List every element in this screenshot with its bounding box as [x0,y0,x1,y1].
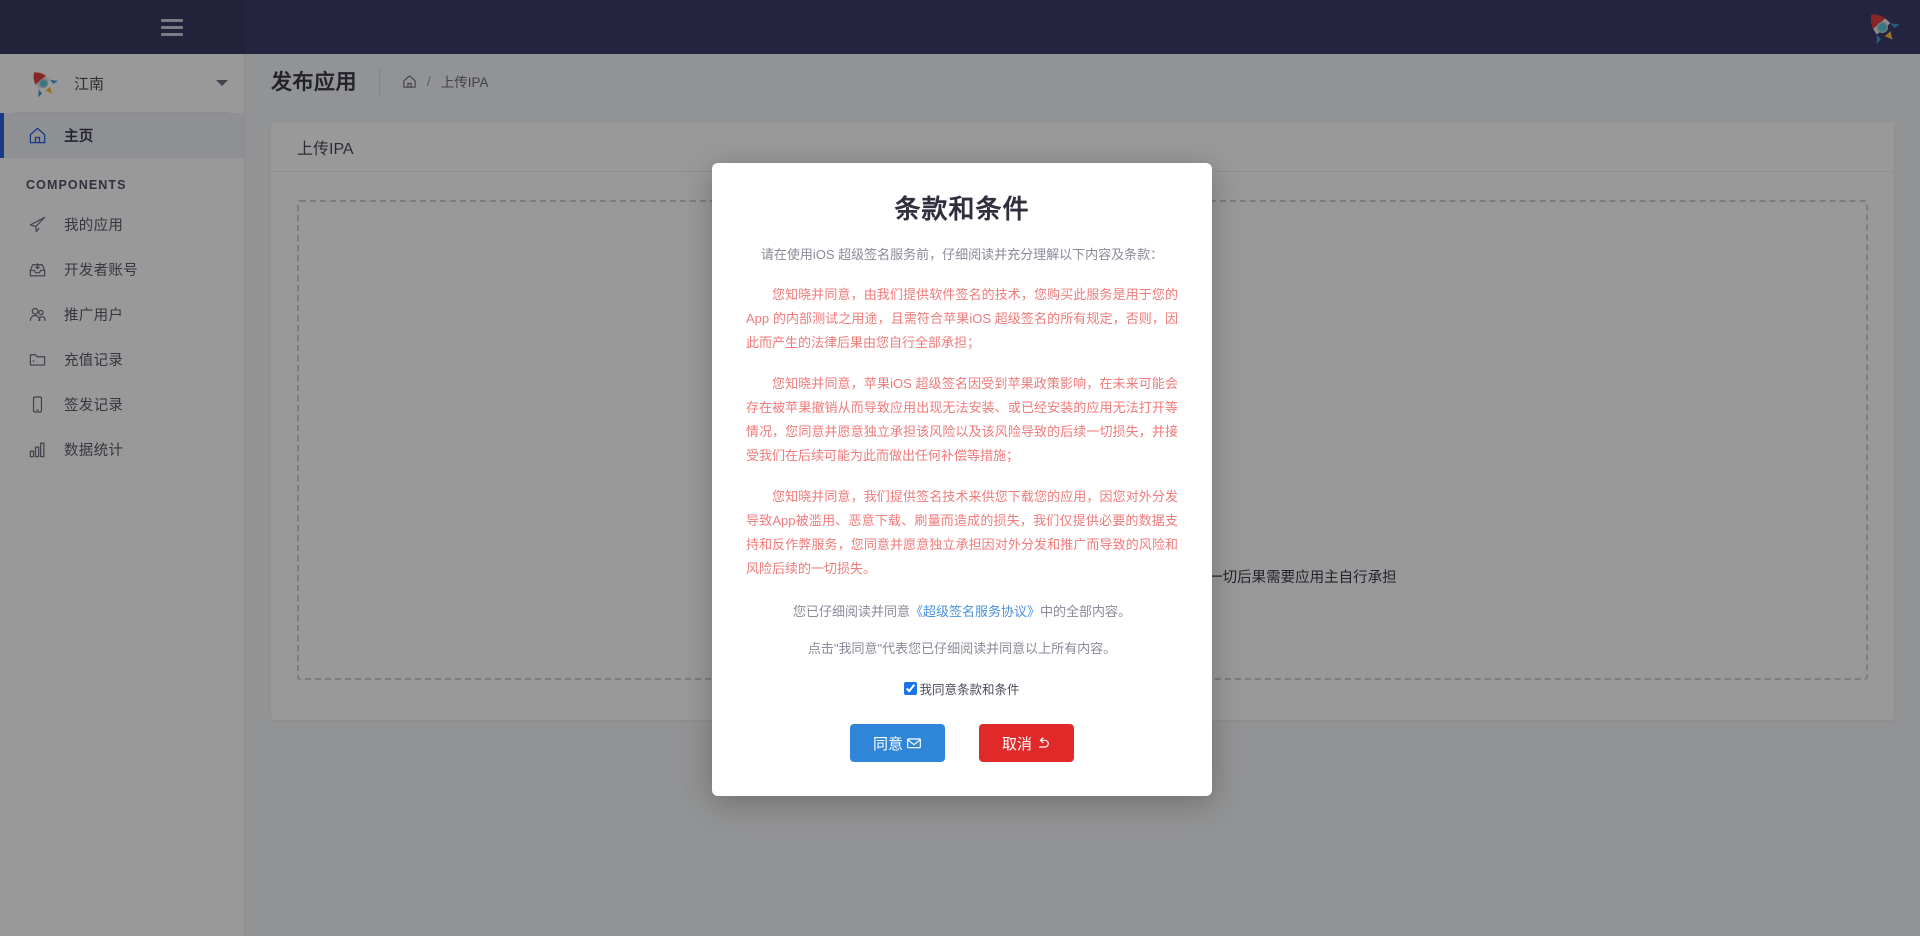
cancel-button-label: 取消 [1002,733,1032,754]
modal-paragraph-2: 您知晓并同意，苹果iOS 超级签名因受到苹果政策影响，在未来可能会存在被苹果撤销… [746,372,1178,468]
modal-paragraph-1: 您知晓并同意，由我们提供软件签名的技术，您购买此服务是用于您的 App 的内部测… [746,283,1178,355]
agree-terms-checkbox-label[interactable]: 我同意条款和条件 [919,679,1019,698]
agree-button-label: 同意 [873,733,903,754]
modal-agreement-line: 您已仔细阅读并同意《超级签名服务协议》中的全部内容。 [746,601,1178,620]
agree-button[interactable]: 同意 [850,724,945,762]
cancel-button[interactable]: 取消 [979,724,1074,762]
modal-consent-row: 我同意条款和条件 [746,679,1178,698]
modal-subtitle: 请在使用iOS 超级签名服务前，仔细阅读并充分理解以下内容及条款： [746,244,1178,266]
modal-consent-note: 点击"我同意"代表您已仔细阅读并同意以上所有内容。 [746,638,1178,657]
terms-and-conditions-modal: 条款和条件 请在使用iOS 超级签名服务前，仔细阅读并充分理解以下内容及条款： … [712,163,1212,796]
modal-title: 条款和条件 [746,189,1178,226]
modal-paragraph-3: 您知晓并同意，我们提供签名技术来供您下载您的应用，因您对外分发导致App被滥用、… [746,485,1178,581]
modal-agreement-suffix: 中的全部内容。 [1040,604,1131,619]
modal-actions: 同意 取消 [746,724,1178,762]
service-agreement-link[interactable]: 《超级签名服务协议》 [910,604,1040,619]
envelope-icon [906,735,922,751]
undo-arrow-icon [1035,735,1051,751]
modal-agreement-prefix: 您已仔细阅读并同意 [793,604,910,619]
agree-terms-checkbox[interactable] [904,682,917,695]
app-root: 江南 主页 COMPONENTS 我的应用 [0,0,1920,936]
